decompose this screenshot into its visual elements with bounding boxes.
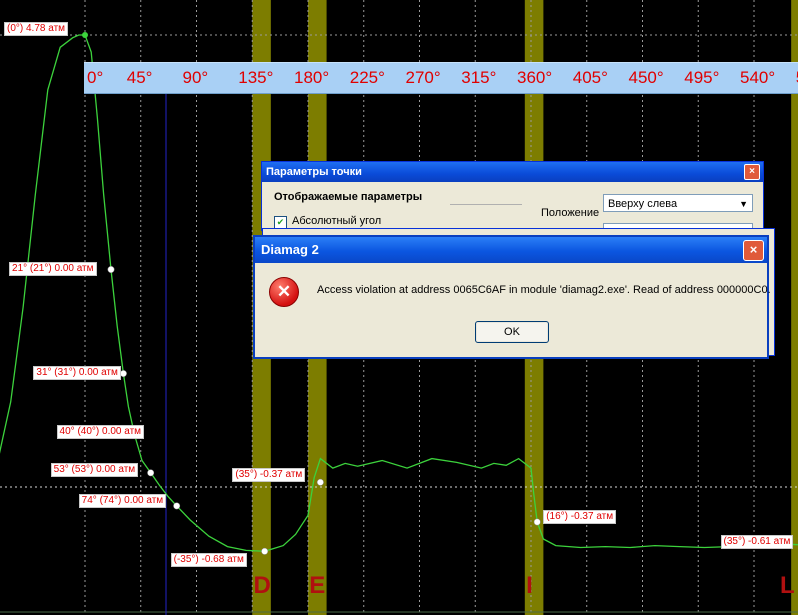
degree-tick-label: 135° — [238, 68, 274, 87]
degree-tick-label: 360° — [517, 68, 553, 87]
absolute-angle-label: Абсолютный угол — [292, 215, 382, 227]
params-window-titlebar[interactable]: Параметры точки × — [262, 162, 763, 182]
degree-tick-label: 495° — [684, 68, 720, 87]
close-icon[interactable]: × — [744, 164, 760, 180]
point-label[interactable]: (-35°) -0.68 атм — [170, 553, 247, 568]
point-label[interactable]: 53° (53°) 0.00 атм — [50, 462, 139, 477]
point-label[interactable]: 74° (74°) 0.00 атм — [78, 493, 167, 508]
position-label: Положение — [541, 207, 600, 219]
point-marker — [147, 469, 155, 477]
chevron-down-icon: ▼ — [739, 199, 748, 209]
group-title: Отображаемые параметры — [274, 191, 423, 203]
point-label[interactable]: (35°) -0.61 атм — [720, 534, 794, 549]
phase-label-e: E — [309, 572, 326, 599]
degree-tick-label: 90° — [182, 68, 209, 87]
error-icon: ✕ — [269, 277, 299, 307]
point-label[interactable]: (0°) 4.78 атм — [4, 22, 69, 36]
position-select[interactable]: Вверху слева ▼ — [603, 194, 753, 212]
point-marker — [533, 518, 541, 526]
degree-tick-label: 315° — [461, 68, 497, 87]
error-dialog: Diamag 2 × ✕ Access violation at address… — [253, 235, 771, 359]
close-icon[interactable]: × — [743, 240, 764, 261]
group-divider — [450, 204, 522, 205]
degree-tick-label: 540° — [740, 68, 776, 87]
peak-marker — [82, 32, 88, 38]
point-label[interactable]: 21° (21°) 0.00 атм — [9, 261, 97, 276]
point-label[interactable]: (16°) -0.37 атм — [543, 509, 617, 524]
error-dialog-titlebar[interactable]: Diamag 2 × — [255, 237, 767, 263]
point-label[interactable]: (35°) -0.37 атм — [232, 468, 306, 483]
degree-tick-label: 180° — [294, 68, 330, 87]
phase-label-i: I — [526, 572, 533, 599]
error-dialog-title: Diamag 2 — [261, 242, 319, 257]
params-window-title: Параметры точки — [266, 166, 362, 178]
params-window: Параметры точки × Отображаемые параметры… — [261, 161, 764, 231]
degree-tick-label: 405° — [572, 68, 608, 87]
phase-label-d: D — [253, 572, 271, 599]
error-message: Access violation at address 0065C6AF in … — [317, 284, 771, 296]
point-marker — [173, 502, 181, 510]
degree-tick-label: 45° — [126, 68, 153, 87]
point-marker — [316, 478, 324, 486]
point-label[interactable]: 31° (31°) 0.00 атм — [33, 365, 121, 380]
degree-ruler[interactable]: 0° 45° 90° 135° 180° 225° 270° 315° 360° 405° 450°… — [84, 62, 798, 94]
degree-tick-label: 225° — [349, 68, 385, 87]
point-marker — [261, 547, 269, 555]
point-label[interactable]: 40° (40°) 0.00 атм — [56, 424, 145, 439]
degree-tick-label: 450° — [628, 68, 664, 87]
point-marker — [119, 370, 127, 377]
degree-tick-label: 0° — [87, 68, 104, 87]
phase-label-l: L — [780, 572, 795, 599]
ok-button[interactable]: OK — [475, 321, 549, 343]
position-select-value: Вверху слева — [608, 198, 678, 210]
degree-tick-label: 270° — [405, 68, 441, 87]
point-marker — [107, 266, 115, 273]
